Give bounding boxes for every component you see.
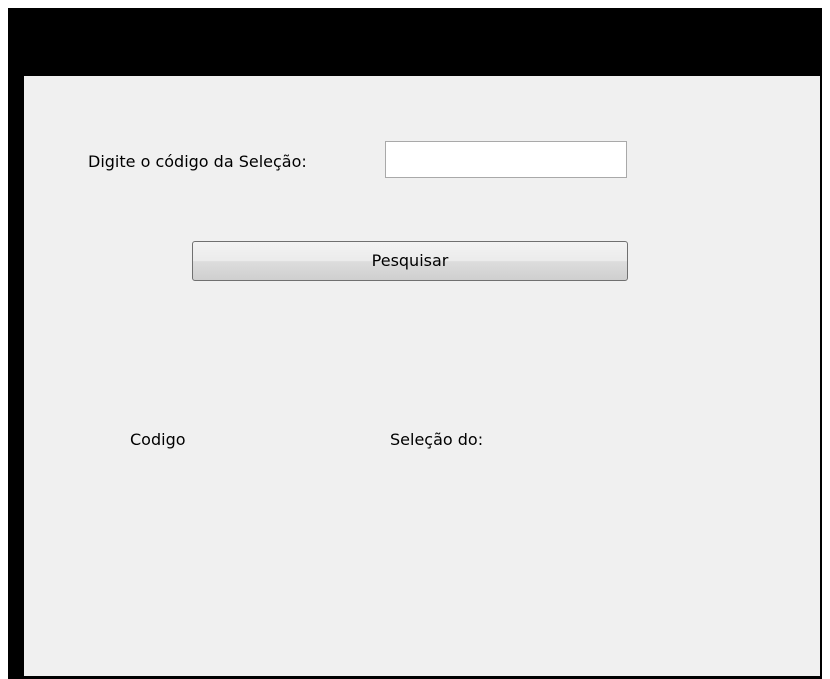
codigo-label: Codigo — [130, 430, 186, 449]
window-title-bar[interactable] — [8, 8, 822, 68]
search-button[interactable]: Pesquisar — [192, 241, 628, 281]
selecao-label: Seleção do: — [390, 430, 484, 449]
form-client-area: Digite o código da Seleção: Pesquisar Co… — [24, 76, 820, 676]
selection-code-input[interactable] — [385, 141, 627, 178]
selection-code-label: Digite o código da Seleção: — [88, 152, 307, 171]
app-window: Digite o código da Seleção: Pesquisar Co… — [8, 8, 822, 679]
